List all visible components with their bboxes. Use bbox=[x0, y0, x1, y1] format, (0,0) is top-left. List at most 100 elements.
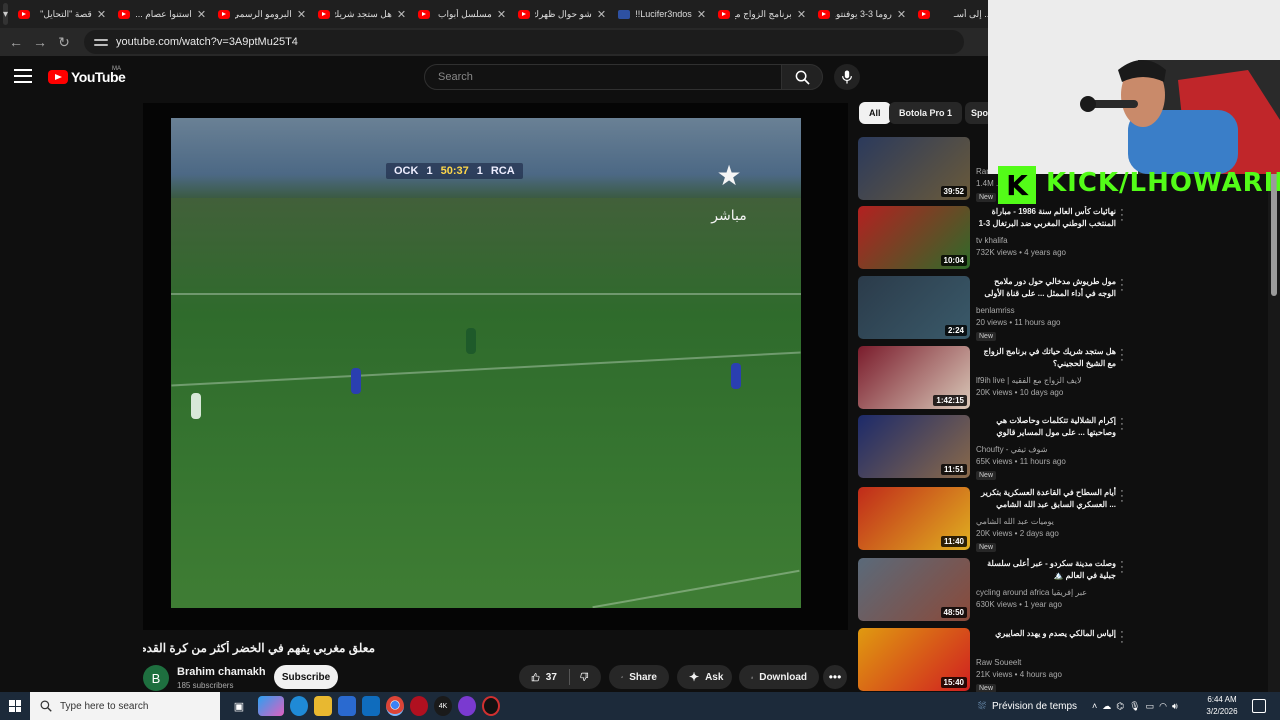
like-button[interactable]: 37 bbox=[519, 665, 601, 689]
video-thumbnail[interactable]: 15:40 bbox=[858, 628, 970, 691]
microphone-icon bbox=[842, 70, 852, 84]
browser-tab[interactable]: روما 3-3 يوفنتو... ✕ bbox=[812, 0, 912, 28]
more-vertical-icon[interactable]: · · · bbox=[1118, 557, 1126, 578]
file-explorer-icon[interactable] bbox=[314, 696, 332, 716]
search-button[interactable] bbox=[781, 64, 823, 90]
more-vertical-icon[interactable]: · · · bbox=[1118, 205, 1126, 226]
hamburger-menu-icon[interactable] bbox=[14, 69, 32, 83]
more-vertical-icon[interactable]: · · · bbox=[1118, 345, 1126, 366]
more-vertical-icon[interactable]: · · · bbox=[1118, 486, 1126, 507]
more-vertical-icon[interactable]: · · · bbox=[1118, 275, 1126, 296]
voice-search-button[interactable] bbox=[834, 64, 860, 90]
channel-avatar[interactable]: B bbox=[143, 665, 169, 691]
taskbar-clock[interactable]: 6:44 AM 3/2/2026 bbox=[1196, 694, 1248, 718]
task-view-icon[interactable]: ▣ bbox=[226, 696, 252, 716]
search-input[interactable]: Search bbox=[424, 64, 782, 90]
close-tab-icon[interactable]: ✕ bbox=[397, 8, 406, 21]
video-thumbnail[interactable]: 11:51 bbox=[858, 415, 970, 478]
browser-tab[interactable]: البرومو الرسمي ✕ bbox=[212, 0, 312, 28]
recommendation-channel-name[interactable]: benlamriss bbox=[976, 306, 1015, 315]
close-tab-icon[interactable]: ✕ bbox=[597, 8, 606, 21]
app-4k-icon[interactable]: 4K bbox=[434, 696, 452, 716]
browser-tab[interactable]: استنوا عصام ... ✕ bbox=[112, 0, 212, 28]
back-button[interactable]: ← bbox=[4, 30, 28, 54]
start-button[interactable] bbox=[0, 692, 30, 720]
chip-all[interactable]: All bbox=[859, 102, 891, 124]
recommended-video[interactable]: 10:04 نهائيات كأس العالم سنة 1986 - مبارا… bbox=[858, 205, 1140, 270]
browser-tab[interactable]: مسلسل أبواب ... ✕ bbox=[412, 0, 512, 28]
close-tab-icon[interactable]: ✕ bbox=[297, 8, 306, 21]
video-thumbnail[interactable]: 11:40 bbox=[858, 487, 970, 550]
recommended-video[interactable]: 48:50 وصلت مدينة سكردو - عبر أعلى سلسلة ج… bbox=[858, 557, 1140, 622]
browser-tab[interactable]: برنامج الزواج مع... ✕ bbox=[712, 0, 812, 28]
share-icon bbox=[621, 675, 624, 678]
recommendation-channel-name[interactable]: يوميات عبد الله الشامي bbox=[976, 517, 1054, 526]
close-tab-icon[interactable]: ✕ bbox=[97, 8, 106, 21]
close-tab-icon[interactable]: ✕ bbox=[897, 8, 906, 21]
store-icon[interactable] bbox=[338, 696, 356, 716]
weather-widget[interactable]: ⛆ Prévision de temps bbox=[978, 692, 1077, 720]
recommendation-channel-name[interactable]: lf9ih live | لايف الزواج مع الفقيه bbox=[976, 376, 1082, 385]
browser-tab[interactable]: قصة "التحايل" ✕ bbox=[12, 0, 112, 28]
wifi-icon[interactable]: ◠ bbox=[1159, 701, 1167, 712]
video-thumbnail[interactable]: 39:52 bbox=[858, 137, 970, 200]
share-button[interactable]: Share bbox=[609, 665, 669, 689]
copilot-icon[interactable] bbox=[258, 696, 284, 716]
video-thumbnail[interactable]: 48:50 bbox=[858, 558, 970, 621]
video-thumbnail[interactable]: 10:04 bbox=[858, 206, 970, 269]
reload-button[interactable]: ↻ bbox=[52, 30, 76, 54]
taskbar-search-input[interactable]: Type here to search bbox=[30, 692, 220, 720]
app-dark-icon[interactable] bbox=[482, 696, 500, 716]
browser-tab[interactable]: شو حوال ظهرك ✕ bbox=[512, 0, 612, 28]
recommendation-channel-name[interactable]: tv khalifa bbox=[976, 236, 1008, 245]
more-vertical-icon[interactable]: · · · bbox=[1118, 627, 1126, 648]
recommendation-channel-name[interactable]: Raw Soueelt bbox=[976, 658, 1021, 667]
network-icon[interactable]: ⌬ bbox=[1116, 701, 1124, 712]
forward-button[interactable]: → bbox=[28, 30, 52, 54]
download-button[interactable]: Download bbox=[739, 665, 819, 689]
subscribe-button[interactable]: Subscribe bbox=[274, 665, 338, 689]
ask-button[interactable]: ✦ Ask bbox=[677, 665, 732, 689]
recommended-video[interactable]: 15:40 إلياس المالكي يصدم و يهدد الصاييري R… bbox=[858, 627, 1140, 693]
recommendation-channel-name[interactable]: cycling around africa عبر إفريقيا bbox=[976, 588, 1087, 597]
recommended-video[interactable]: 11:40 أيام السطاح في القاعدة العسكرية بتك… bbox=[858, 486, 1140, 552]
close-tab-icon[interactable]: ✕ bbox=[797, 8, 806, 21]
onedrive-icon[interactable]: ☁ bbox=[1102, 701, 1111, 712]
youtube-favicon-icon bbox=[418, 9, 431, 19]
recommended-video[interactable]: 2:24 مول طريوش مدخالي حول دور ملامح الوجه… bbox=[858, 275, 1140, 341]
broadcaster-logo: ★ مباشر bbox=[701, 158, 757, 224]
recommendation-channel-name[interactable]: Choufty - شوف تيفي bbox=[976, 445, 1047, 454]
browser-tab[interactable]: Lucifer3ndos!!! ✕ bbox=[612, 0, 712, 28]
chip-botola-pro-1[interactable]: Botola Pro 1 bbox=[889, 102, 963, 124]
chrome-icon[interactable] bbox=[386, 696, 404, 716]
outlook-icon[interactable] bbox=[362, 696, 380, 716]
edge-icon[interactable] bbox=[290, 696, 308, 716]
recommended-video[interactable]: 11:51 إكرام الشلالية تتكلمات وحاصلات هي و… bbox=[858, 414, 1140, 480]
address-url: youtube.com/watch?v=3A9ptMu25T4 bbox=[116, 36, 298, 48]
site-info-icon[interactable] bbox=[94, 37, 108, 47]
youtube-favicon-icon bbox=[518, 9, 531, 19]
display-icon[interactable]: ▭ bbox=[1146, 701, 1155, 712]
chevron-up-icon[interactable]: ˄ bbox=[1092, 701, 1097, 711]
thumbs-down-icon[interactable] bbox=[580, 670, 589, 684]
channel-name[interactable]: Brahim chamakh bbox=[177, 666, 266, 678]
address-bar[interactable]: youtube.com/watch?v=3A9ptMu25T4 bbox=[84, 30, 964, 54]
tab-list-button[interactable]: ▾ bbox=[3, 3, 9, 25]
volume-icon[interactable]: 🔊︎ bbox=[1172, 701, 1178, 712]
new-badge: New bbox=[976, 193, 997, 202]
close-tab-icon[interactable]: ✕ bbox=[197, 8, 206, 21]
more-vertical-icon[interactable]: · · · bbox=[1118, 414, 1126, 435]
myanimelist-favicon-icon bbox=[618, 9, 631, 19]
recommended-video[interactable]: 1:42:15 هل ستجد شريك حياتك في برنامج الزو… bbox=[858, 345, 1140, 410]
video-player[interactable]: OCK 1 50:37 1 RCA ★ مباشر bbox=[143, 103, 848, 630]
video-thumbnail[interactable]: 1:42:15 bbox=[858, 346, 970, 409]
microphone-icon[interactable]: 🎙︎ bbox=[1129, 701, 1140, 712]
app-red-icon[interactable] bbox=[410, 696, 428, 716]
app-purple-icon[interactable] bbox=[458, 696, 476, 716]
close-tab-icon[interactable]: ✕ bbox=[497, 8, 506, 21]
more-actions-button[interactable]: ••• bbox=[823, 665, 847, 689]
notification-icon[interactable] bbox=[1252, 699, 1266, 713]
browser-tab[interactable]: هل ستجد شريك... ✕ bbox=[312, 0, 412, 28]
close-tab-icon[interactable]: ✕ bbox=[697, 8, 706, 21]
video-thumbnail[interactable]: 2:24 bbox=[858, 276, 970, 339]
